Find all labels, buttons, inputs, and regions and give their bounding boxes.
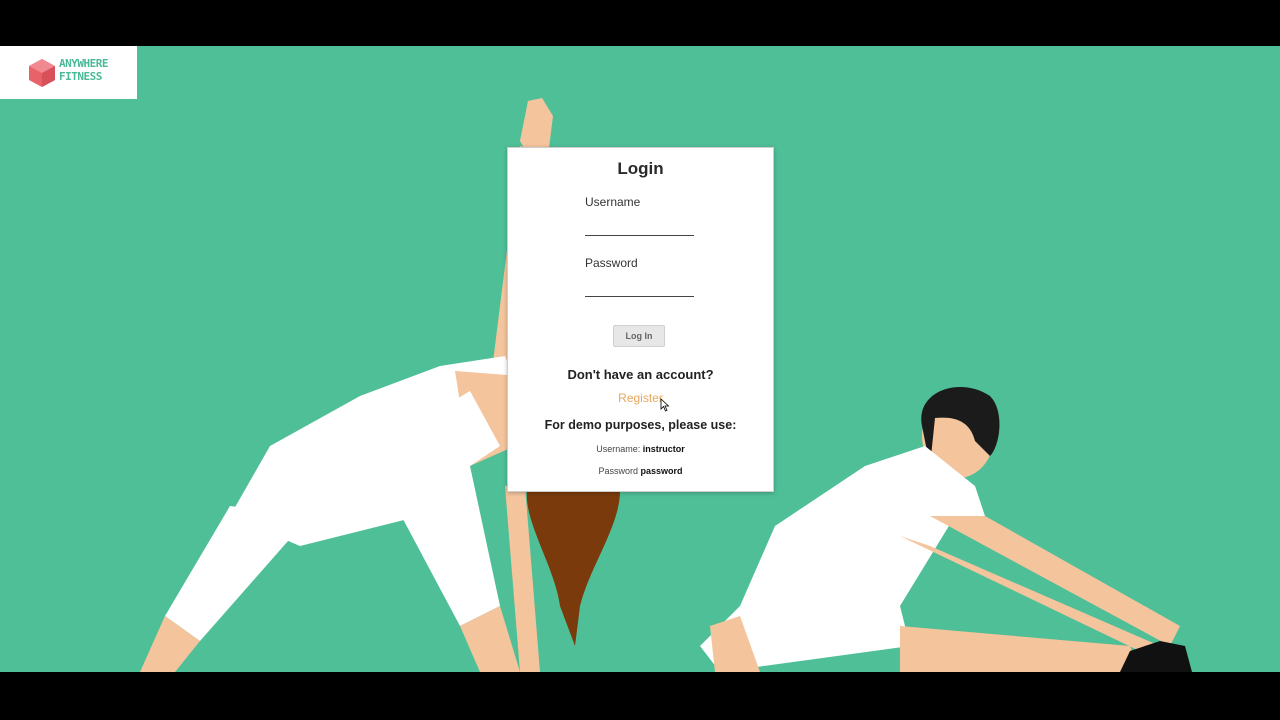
username-label: Username — [585, 195, 641, 209]
login-card: Login Username Password Log In Don't hav… — [507, 147, 774, 492]
page-background: ANYWHERE FITNESS Login Username Password… — [0, 46, 1280, 672]
cube-logo-icon — [29, 59, 55, 87]
login-button[interactable]: Log In — [613, 325, 665, 347]
mouse-cursor-icon — [660, 398, 670, 412]
username-field[interactable] — [585, 217, 694, 236]
demo-username-label: Username: — [596, 444, 641, 454]
demo-password-label: Password — [598, 466, 638, 476]
no-account-text: Don't have an account? — [567, 367, 714, 382]
demo-note: For demo purposes, please use: — [544, 418, 737, 432]
logo-line-1: ANYWHERE — [59, 57, 108, 70]
demo-password-value: password — [640, 466, 683, 476]
demo-password-line: Password password — [508, 466, 773, 476]
logo-text: ANYWHERE FITNESS — [59, 57, 108, 83]
password-field[interactable] — [585, 278, 694, 297]
page-title: Login — [617, 159, 664, 178]
demo-username-line: Username: instructor — [508, 444, 773, 454]
demo-username-value: instructor — [642, 444, 685, 454]
logo-line-2: FITNESS — [59, 70, 102, 83]
logo[interactable]: ANYWHERE FITNESS — [0, 46, 137, 99]
register-link[interactable]: Register — [508, 391, 773, 405]
password-label: Password — [585, 256, 638, 270]
